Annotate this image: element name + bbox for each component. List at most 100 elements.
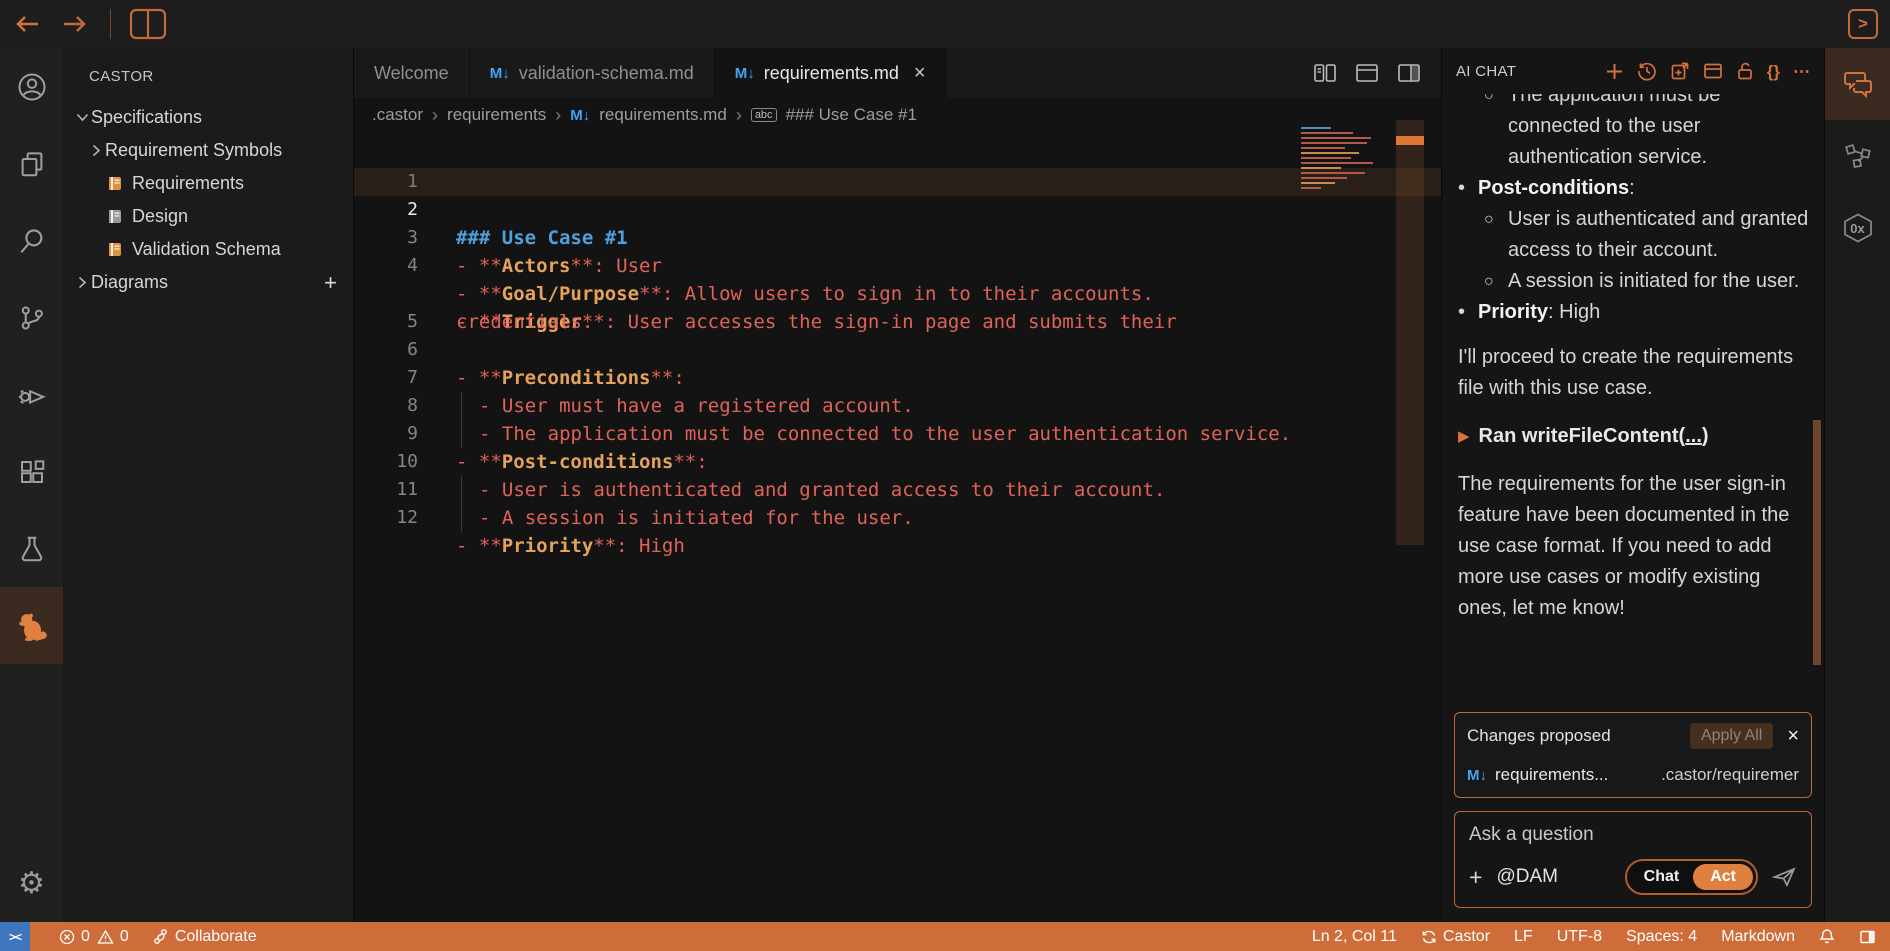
back-arrow-icon[interactable] [14,13,40,35]
account-icon[interactable] [0,48,63,125]
changes-proposed-card: Changes proposed Apply All × M↓ requirem… [1454,712,1812,798]
hex-0x-label: 0x [1850,221,1864,236]
new-chat-icon[interactable] [1605,62,1624,81]
history-icon[interactable] [1637,61,1657,81]
search-icon[interactable] [0,202,63,279]
send-icon[interactable] [1772,866,1797,888]
hex-0x-icon[interactable]: 0x [1825,192,1890,264]
tab-requirements[interactable]: M↓ requirements.md × [715,48,947,98]
remote-indicator[interactable]: >< [0,922,30,951]
testing-icon[interactable] [0,510,63,587]
titlebar-divider [110,9,111,39]
split-layout-icon[interactable] [129,8,167,40]
chat-input-card[interactable]: + @DAM Chat Act [1454,811,1812,908]
code-line-current[interactable]: 2 - **Actors**: User [354,168,1441,196]
encoding-indicator[interactable]: UTF-8 [1557,928,1602,946]
code-line[interactable]: 8 - **Post-conditions**: [354,364,1441,392]
code-line[interactable]: 10 - A session is initiated for the user… [354,420,1441,448]
tree-item-diagrams[interactable]: Diagrams + [63,266,353,299]
more-actions-icon[interactable]: ⋯ [1793,63,1810,80]
breadcrumb-item[interactable]: requirements.md [599,105,727,125]
code-line[interactable]: 9 - User is authenticated and granted ac… [354,392,1441,420]
split-editor-icon[interactable] [1397,62,1421,84]
diagram-flow-icon[interactable] [1825,120,1890,192]
history-nav [0,13,88,35]
code-line[interactable]: 6 - User must have a registered account. [354,308,1441,336]
collaborate-button[interactable]: Collaborate [152,928,257,946]
minimap-slider[interactable] [1396,120,1424,545]
code-area[interactable]: 1 ### Use Case #1 2 - **Actors**: User 3… [354,132,1441,504]
close-changes-icon[interactable]: × [1787,725,1799,748]
extensions-icon[interactable] [0,433,63,510]
breadcrumb-item[interactable]: ### Use Case #1 [786,105,917,125]
chat-act-toggle[interactable]: Chat Act [1625,859,1758,895]
open-panel-button[interactable]: > [1848,9,1878,39]
code-line-wrap[interactable]: credentials. [354,252,1441,280]
agent-mention[interactable]: @DAM [1496,866,1558,888]
code-line[interactable]: 4 - **Trigger**: User accesses the sign-… [354,224,1441,252]
tab-welcome[interactable]: Welcome [354,48,470,98]
source-control-icon[interactable] [0,279,63,356]
toggle-chat-option[interactable]: Chat [1630,866,1694,888]
explorer-icon[interactable] [0,125,63,202]
tab-validation-schema[interactable]: M↓ validation-schema.md [470,48,715,98]
panel-toggle-icon[interactable] [1859,929,1876,945]
tool-call-close: ) [1702,425,1709,447]
bullet-icon: • [1458,173,1478,204]
tree-item-requirement-symbols[interactable]: Requirement Symbols [63,134,353,167]
expand-arrow-icon[interactable]: ▶ [1458,421,1470,452]
tool-call-name: Ran writeFileContent( [1479,425,1686,447]
unlock-icon[interactable] [1736,61,1754,81]
indentation-indicator[interactable]: Spaces: 4 [1626,928,1697,946]
chat-panel-title: AI CHAT [1456,63,1516,80]
code-line[interactable]: 5 - **Preconditions**: [354,280,1441,308]
code-line[interactable]: 11 - **Priority**: High [354,448,1441,476]
open-preview-icon[interactable] [1313,62,1337,84]
code-line[interactable]: 7 - The application must be connected to… [354,336,1441,364]
apply-all-button[interactable]: Apply All [1690,723,1773,749]
close-tab-icon[interactable]: × [914,62,926,85]
tab-bar: Welcome M↓ validation-schema.md M↓ requi… [354,48,1441,98]
problems-errors[interactable]: 0 [59,928,90,946]
tool-call-row[interactable]: ▶ Ran writeFileContent(...) [1458,421,1810,452]
export-chat-icon[interactable] [1670,61,1690,81]
tree-item-design[interactable]: Design [63,200,353,233]
tree-item-requirements[interactable]: Requirements [63,167,353,200]
code-line[interactable]: 3 - **Goal/Purpose**: Allow users to sig… [354,196,1441,224]
chat-input[interactable] [1469,824,1797,846]
castor-beaver-icon[interactable] [0,587,63,664]
breadcrumb-item[interactable]: .castor [372,105,423,125]
code-line[interactable]: 1 ### Use Case #1 [354,140,1441,168]
toggle-panel-icon[interactable] [1355,62,1379,84]
breadcrumb-item[interactable]: requirements [447,105,546,125]
chat-scrollbar[interactable] [1813,420,1821,665]
panel-layout-icon[interactable] [1703,62,1723,80]
eol-indicator[interactable]: LF [1514,928,1533,946]
tool-call-dots[interactable]: ... [1685,425,1702,447]
minimap[interactable] [1301,124,1379,192]
forward-arrow-icon[interactable] [62,13,88,35]
tab-label: Welcome [374,63,449,84]
chat-paragraph: The requirements for the user sign-in fe… [1458,469,1810,624]
run-debug-icon[interactable] [0,356,63,433]
problems-warnings[interactable]: 0 [97,928,129,946]
tree-item-validation-schema[interactable]: Validation Schema [63,233,353,266]
add-diagram-button[interactable]: + [324,270,353,296]
cursor-position[interactable]: Ln 2, Col 11 [1312,928,1397,946]
language-mode[interactable]: Markdown [1721,928,1795,946]
notifications-bell-icon[interactable] [1819,928,1835,945]
settings-gear-icon[interactable]: ⚙ [0,845,63,922]
ai-chat-icon[interactable] [1825,48,1890,120]
tree-item-specifications[interactable]: Specifications [63,101,353,134]
tree-label: Requirements [132,173,244,194]
changed-file-row[interactable]: M↓ requirements... .castor/requiremer [1467,765,1799,785]
tree-label: Specifications [91,107,202,128]
add-context-icon[interactable]: + [1469,866,1482,889]
branch-sync[interactable]: Castor [1421,928,1490,946]
braces-icon[interactable]: {} [1767,63,1780,80]
toggle-act-option[interactable]: Act [1693,864,1753,890]
breadcrumb: .castor › requirements › M↓ requirements… [354,98,1441,132]
symbol-abc-icon: abc [751,108,777,122]
overview-ruler-cursor [1396,136,1424,145]
code-line[interactable]: 12 [354,476,1441,504]
